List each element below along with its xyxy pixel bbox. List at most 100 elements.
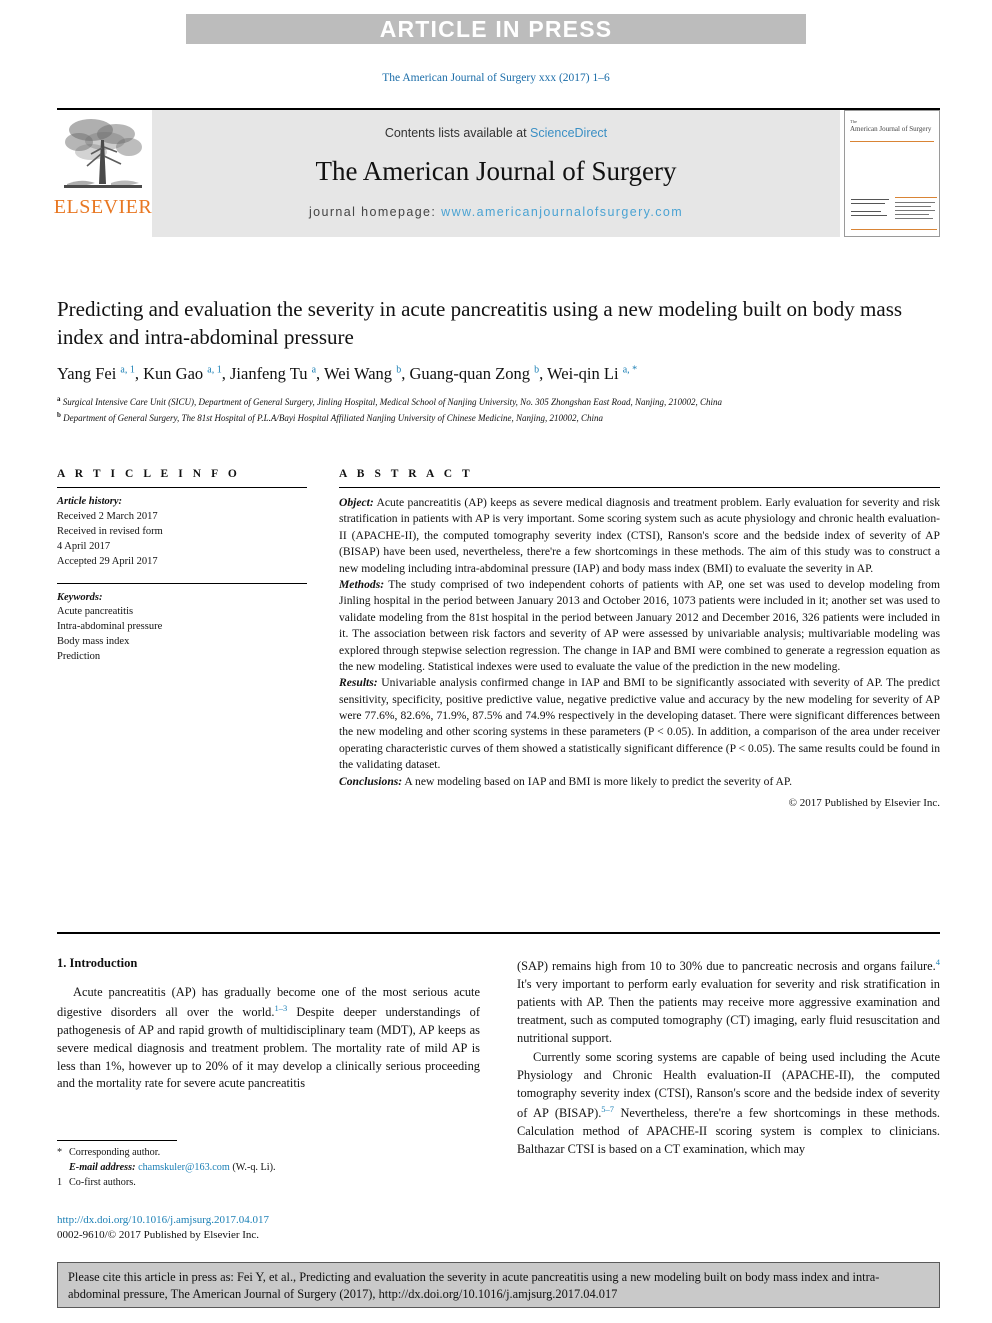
body-columns: 1. Introduction Acute pancreatitis (AP) …	[57, 956, 940, 1161]
article-info-column: A R T I C L E I N F O Article history: R…	[57, 468, 307, 809]
cover-bar-2	[851, 203, 885, 205]
affiliation-a-marker: a	[57, 394, 61, 403]
article-in-press-label: ARTICLE IN PRESS	[379, 15, 613, 42]
affiliation-b: b Department of General Surgery, The 81s…	[57, 410, 940, 425]
issn-copyright-line: 0002-9610/© 2017 Published by Elsevier I…	[57, 1229, 260, 1242]
introduction-paragraph-2: (SAP) remains high from 10 to 30% due to…	[517, 956, 940, 1047]
citation-footer-text: Please cite this article in press as: Fe…	[68, 1270, 880, 1301]
corresponding-author-marker: *	[57, 1147, 63, 1158]
history-item: 4 April 2017	[57, 540, 111, 552]
cover-orange-rule-1	[895, 197, 937, 199]
cofirst-authors-footnote: 1 Co-first authors.	[57, 1176, 480, 1191]
info-and-abstract-section: A R T I C L E I N F O Article history: R…	[57, 468, 940, 809]
doi-block: http://dx.doi.org/10.1016/j.amjsurg.2017…	[57, 1213, 480, 1244]
sciencedirect-link[interactable]: ScienceDirect	[530, 126, 607, 140]
keyword-item: Intra-abdominal pressure	[57, 621, 163, 633]
cover-bar-7	[895, 210, 935, 212]
cover-bar-1	[851, 199, 889, 201]
cover-bar-6	[895, 206, 931, 208]
email-label: E-mail address:	[69, 1161, 136, 1173]
doi-link[interactable]: http://dx.doi.org/10.1016/j.amjsurg.2017…	[57, 1213, 480, 1228]
abstract-conclusions-label: Conclusions:	[339, 774, 403, 788]
keywords-rule	[57, 582, 307, 584]
contents-list-line: Contents lists available at ScienceDirec…	[385, 126, 607, 140]
email-footnote: E-mail address: chamskuler@163.com (W.-q…	[57, 1161, 480, 1176]
affiliation-a-text: Surgical Intensive Care Unit (SICU), Dep…	[62, 396, 722, 407]
abstract-results-paragraph: Results: Univariable analysis confirmed …	[339, 675, 940, 773]
abstract-methods-text: The study comprised of two independent c…	[339, 577, 940, 673]
abstract-rule	[339, 487, 940, 488]
cover-orange-rule-2	[851, 229, 937, 231]
introduction-paragraph-3: Currently some scoring systems are capab…	[517, 1049, 940, 1158]
abstract-copyright: © 2017 Published by Elsevier Inc.	[788, 797, 940, 810]
keyword-item: Acute pancreatitis	[57, 606, 134, 618]
page-title: Predicting and evaluation the severity i…	[57, 297, 903, 349]
abstract-methods-paragraph: Methods: The study comprised of two inde…	[339, 577, 940, 675]
abstract-results-text: Univariable analysis confirmed change in…	[339, 676, 940, 772]
cover-rule-top	[850, 141, 934, 142]
introduction-paragraph-1: Acute pancreatitis (AP) has gradually be…	[57, 984, 480, 1093]
article-history-block: Article history: Received 2 March 2017 R…	[57, 495, 307, 570]
keywords-label: Keywords:	[57, 591, 103, 603]
email-link[interactable]: chamskuler@163.com	[138, 1162, 230, 1173]
citation-ref-5-7[interactable]: 5–7	[601, 1104, 614, 1114]
keyword-item: Body mass index	[57, 636, 130, 648]
elsevier-wordmark: ELSEVIER	[53, 196, 153, 218]
affiliation-b-marker: b	[57, 410, 61, 419]
cover-bar-9	[895, 218, 933, 220]
journal-reference-line: The American Journal of Surgery xxx (201…	[382, 72, 610, 84]
elsevier-tree-icon	[64, 119, 142, 188]
affiliation-b-text: Department of General Surgery, The 81st …	[63, 412, 603, 423]
contents-prefix: Contents lists available at	[384, 126, 531, 140]
cofirst-authors-text: Co-first authors.	[69, 1176, 136, 1188]
email-suffix: (W.-q. Li).	[232, 1161, 276, 1173]
abstract-conclusions-text: A new modeling based on IAP and BMI is m…	[402, 774, 792, 788]
cover-bar-5	[895, 202, 935, 204]
abstract-heading: A B S T R A C T	[339, 468, 474, 480]
body-column-left: 1. Introduction Acute pancreatitis (AP) …	[57, 956, 480, 1161]
abstract-column: A B S T R A C T Object: Acute pancreatit…	[339, 468, 940, 809]
body-column-right: (SAP) remains high from 10 to 30% due to…	[517, 956, 940, 1161]
footnotes-block: * Corresponding author. E-mail address: c…	[57, 1140, 480, 1190]
introduction-heading: 1. Introduction	[57, 956, 138, 970]
keyword-item: Prediction	[57, 651, 101, 663]
cover-bar-3	[851, 211, 881, 213]
journal-cover-thumbnail: The American Journal of Surgery	[844, 110, 940, 237]
citation-ref-4[interactable]: 4	[936, 957, 940, 967]
homepage-label: journal homepage:	[308, 205, 442, 219]
cover-bar-8	[895, 214, 929, 216]
journal-homepage-line: journal homepage: www.americanjournalofs…	[309, 205, 683, 219]
section-divider-rule	[57, 932, 940, 934]
citation-ref-1-3[interactable]: 1–3	[274, 1003, 287, 1013]
abstract-results-label: Results:	[339, 676, 378, 690]
abstract-body: Object: Acute pancreatitis (AP) keeps as…	[339, 495, 940, 790]
cover-title-text: The American Journal of Surgery	[850, 119, 934, 133]
cover-bar-4	[851, 215, 887, 217]
author-list: Yang Fei a, 1, Kun Gao a, 1, Jianfeng Tu…	[57, 364, 638, 384]
article-info-rule	[57, 487, 307, 488]
history-item: Received 2 March 2017	[57, 510, 158, 522]
masthead-center-panel: Contents lists available at ScienceDirec…	[152, 110, 840, 237]
title-block: Predicting and evaluation the severity i…	[57, 296, 940, 426]
intro-p2-text-a: (SAP) remains high from 10 to 30% due to…	[517, 959, 936, 974]
article-history-label: Article history:	[57, 496, 123, 507]
homepage-url-link[interactable]: www.americanjournalofsurgery.com	[441, 205, 683, 219]
intro-p2-text-b: It's very important to perform early eva…	[517, 976, 940, 1045]
cover-title-main: American Journal of Surgery	[850, 124, 932, 133]
history-item: Received in revised form	[57, 525, 163, 537]
article-info-heading: A R T I C L E I N F O	[57, 468, 241, 480]
keywords-block: Keywords: Acute pancreatitis Intra-abdom…	[57, 591, 307, 666]
history-item: Accepted 29 April 2017	[57, 555, 158, 567]
citation-footer-box: Please cite this article in press as: Fe…	[57, 1262, 940, 1308]
abstract-object-paragraph: Object: Acute pancreatitis (AP) keeps as…	[339, 495, 940, 577]
cofirst-authors-marker: 1	[57, 1176, 63, 1188]
affiliation-a: a Surgical Intensive Care Unit (SICU), D…	[57, 394, 940, 409]
elsevier-logo: ELSEVIER	[53, 110, 153, 237]
abstract-conclusions-paragraph: Conclusions: A new modeling based on IAP…	[339, 774, 940, 790]
corresponding-author-footnote: * Corresponding author.	[57, 1146, 480, 1161]
abstract-methods-label: Methods:	[339, 577, 385, 591]
corresponding-author-text: Corresponding author.	[69, 1147, 161, 1158]
abstract-object-text: Acute pancreatitis (AP) keeps as severe …	[339, 496, 940, 575]
journal-masthead: ELSEVIER Contents lists available at Sci…	[53, 108, 940, 237]
